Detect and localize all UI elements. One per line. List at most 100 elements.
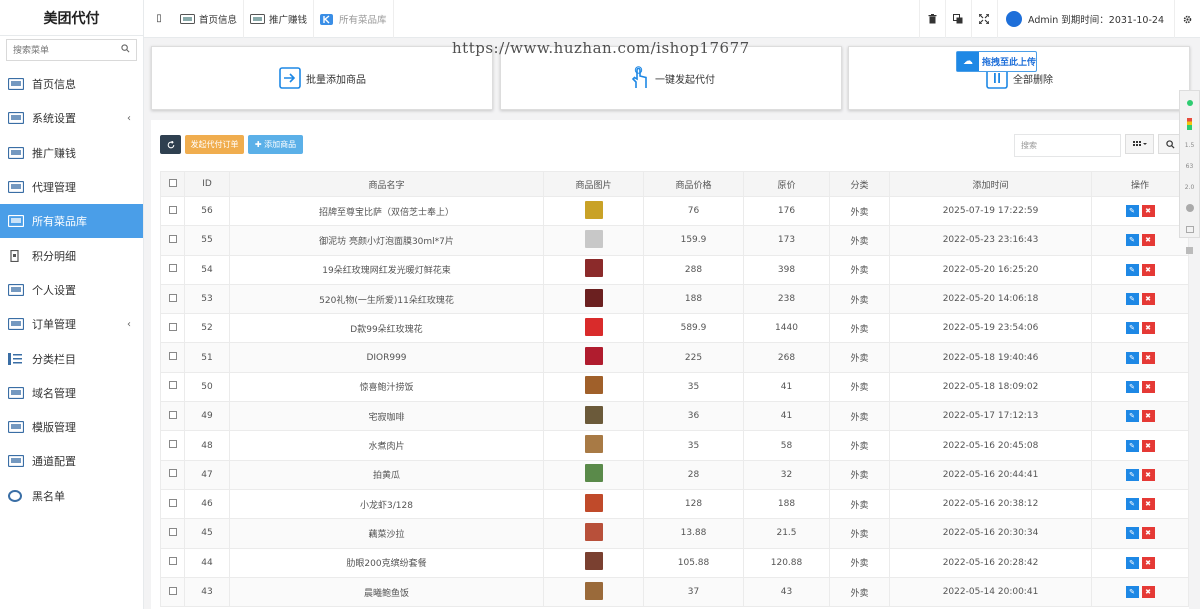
tab-1[interactable]: 推广赚钱 (244, 0, 315, 38)
edit-pencil-icon[interactable]: ✎ (1125, 527, 1139, 540)
cell-image[interactable] (543, 430, 644, 461)
row-select-cell[interactable] (160, 547, 185, 578)
delete-trash-icon[interactable]: ✖ (1141, 234, 1155, 247)
cell-image[interactable] (543, 459, 644, 490)
row-select-cell[interactable] (160, 342, 185, 373)
image-icon[interactable] (1180, 220, 1199, 238)
product-thumbnail[interactable] (584, 317, 603, 336)
delete-trash-icon[interactable]: ✖ (1141, 468, 1155, 481)
sidebar-item-6[interactable]: 个人设置 (0, 273, 143, 307)
cell-image[interactable] (543, 488, 644, 520)
row-select-cell[interactable] (160, 225, 185, 256)
create-order-button[interactable]: 发起代付订单 (185, 135, 244, 154)
row-select-cell[interactable] (160, 283, 185, 315)
copy-icon[interactable] (944, 0, 971, 38)
select-all-header[interactable] (160, 171, 185, 197)
sidebar-item-4[interactable]: 所有菜品库 (0, 204, 143, 239)
cell-image[interactable] (543, 371, 644, 403)
select-all-checkbox[interactable] (168, 178, 177, 187)
menu-search-input[interactable] (13, 45, 103, 55)
cell-image[interactable] (543, 401, 644, 432)
delete-trash-icon[interactable]: ✖ (1141, 556, 1155, 569)
cell-image[interactable] (543, 576, 644, 608)
delete-trash-icon[interactable]: ✖ (1141, 380, 1155, 393)
fullscreen-icon[interactable] (970, 0, 997, 38)
product-thumbnail[interactable] (584, 581, 603, 600)
row-checkbox[interactable] (168, 410, 177, 419)
product-thumbnail[interactable] (584, 405, 603, 424)
add-product-button[interactable]: ✚ 添加商品 (248, 135, 303, 154)
edit-pencil-icon[interactable]: ✎ (1125, 410, 1139, 423)
row-select-cell[interactable] (160, 313, 185, 344)
edit-pencil-icon[interactable]: ✎ (1125, 205, 1139, 218)
product-thumbnail[interactable] (584, 493, 603, 512)
row-checkbox[interactable] (168, 352, 177, 361)
row-select-cell[interactable] (160, 576, 185, 608)
row-select-cell[interactable] (160, 488, 185, 520)
menu-search-box[interactable] (6, 39, 137, 61)
product-thumbnail[interactable] (584, 552, 603, 571)
edit-pencil-icon[interactable]: ✎ (1125, 380, 1139, 393)
row-checkbox[interactable] (168, 205, 177, 214)
edit-pencil-icon[interactable]: ✎ (1125, 234, 1139, 247)
edit-pencil-icon[interactable]: ✎ (1125, 468, 1139, 481)
edit-pencil-icon[interactable]: ✎ (1125, 322, 1139, 335)
product-thumbnail[interactable] (584, 259, 603, 278)
sidebar-item-10[interactable]: 模版管理 (0, 410, 143, 444)
row-checkbox[interactable] (168, 322, 177, 331)
product-thumbnail[interactable] (584, 522, 603, 541)
delete-trash-icon[interactable]: ✖ (1141, 498, 1155, 511)
status-dot-icon[interactable] (1180, 94, 1199, 112)
delete-trash-icon[interactable]: ✖ (1141, 263, 1155, 276)
product-thumbnail[interactable] (584, 288, 603, 307)
delete-trash-icon[interactable]: ✖ (1141, 293, 1155, 306)
trash-icon[interactable] (918, 0, 945, 38)
edit-pencil-icon[interactable]: ✎ (1125, 498, 1139, 511)
sidebar-item-9[interactable]: 域名管理 (0, 376, 143, 410)
product-thumbnail[interactable] (584, 376, 603, 395)
row-checkbox[interactable] (168, 586, 177, 595)
sidebar-item-11[interactable]: 通道配置 (0, 444, 143, 478)
row-checkbox[interactable] (168, 264, 177, 273)
row-checkbox[interactable] (168, 527, 177, 536)
sidebar-toggle-button[interactable]: ▯ (144, 13, 174, 24)
cell-image[interactable] (543, 518, 644, 549)
row-select-cell[interactable] (160, 371, 185, 403)
delete-trash-icon[interactable]: ✖ (1141, 586, 1155, 598)
row-checkbox[interactable] (168, 469, 177, 478)
user-info[interactable]: Admin 到期时间：2031-10-24 (996, 0, 1174, 38)
product-thumbnail[interactable] (584, 347, 603, 366)
settings-gear-icon[interactable] (1174, 0, 1200, 38)
sidebar-item-7[interactable]: 订单管理 ‹ (0, 307, 143, 341)
product-thumbnail[interactable] (584, 229, 603, 248)
row-select-cell[interactable] (160, 401, 185, 432)
row-select-cell[interactable] (160, 518, 185, 549)
row-checkbox[interactable] (168, 557, 177, 566)
delete-trash-icon[interactable]: ✖ (1141, 527, 1155, 540)
product-thumbnail[interactable] (584, 200, 603, 219)
row-checkbox[interactable] (168, 293, 177, 302)
columns-toggle-button[interactable] (1125, 134, 1154, 154)
sidebar-item-0[interactable]: 首页信息 (0, 67, 143, 101)
row-checkbox[interactable] (168, 440, 177, 449)
cell-image[interactable] (543, 195, 644, 227)
row-checkbox[interactable] (168, 381, 177, 390)
delete-trash-icon[interactable]: ✖ (1141, 439, 1155, 452)
cell-image[interactable] (543, 313, 644, 344)
row-select-cell[interactable] (160, 195, 185, 227)
sidebar-item-8[interactable]: 分类栏目 (0, 341, 143, 375)
delete-trash-icon[interactable]: ✖ (1141, 351, 1155, 364)
cell-image[interactable] (543, 283, 644, 315)
cell-image[interactable] (543, 547, 644, 578)
lock-icon[interactable] (1180, 241, 1199, 259)
edit-pencil-icon[interactable]: ✎ (1125, 263, 1139, 276)
cell-image[interactable] (543, 225, 644, 256)
sidebar-item-5[interactable]: 积分明细 (0, 238, 143, 272)
cell-image[interactable] (543, 342, 644, 373)
drag-upload-badge[interactable]: ☁ 拖拽至此上传 (956, 51, 1037, 72)
table-search-input[interactable]: 搜索 (1014, 134, 1121, 157)
sidebar-item-12[interactable]: 黑名单 (0, 479, 143, 513)
sidebar-item-3[interactable]: 代理管理 (0, 170, 143, 204)
row-select-cell[interactable] (160, 430, 185, 461)
product-thumbnail[interactable] (584, 464, 603, 483)
